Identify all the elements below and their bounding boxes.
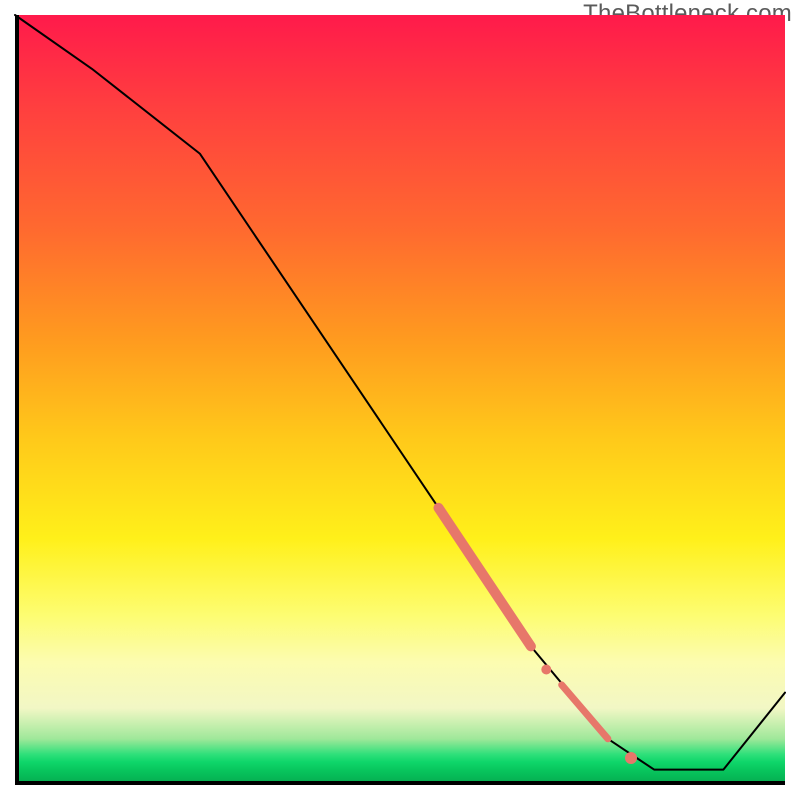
highlight-thick-segment: [439, 508, 531, 647]
chart-container: TheBottleneck.com: [0, 0, 800, 800]
highlight-dot-upper: [541, 665, 551, 675]
curve-group: [15, 15, 785, 770]
chart-svg: [15, 15, 785, 785]
bottleneck-curve: [15, 15, 785, 770]
plot-area: [15, 15, 785, 785]
highlight-dash-segment: [562, 685, 608, 739]
highlight-dot-lower: [625, 752, 637, 764]
